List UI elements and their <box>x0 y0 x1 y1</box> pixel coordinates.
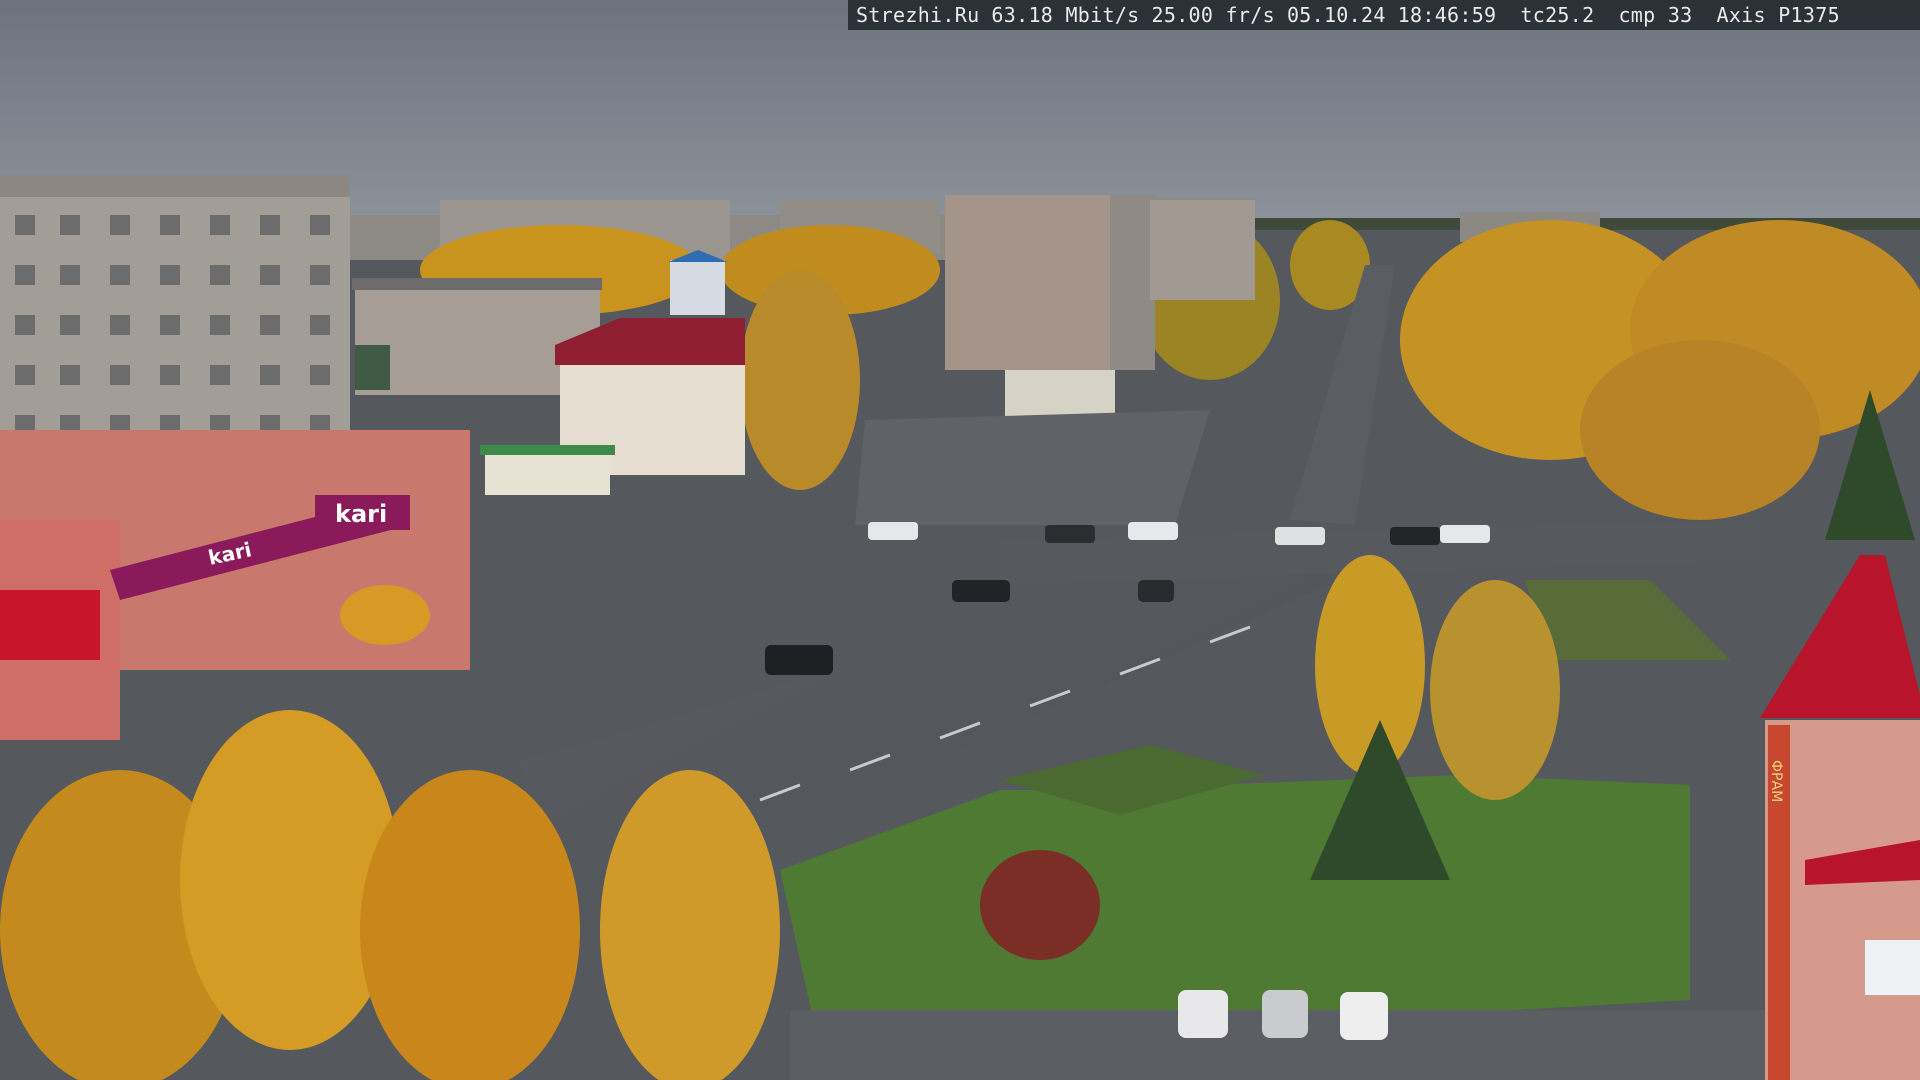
webcam-scene: kari kari ФРАМ <box>0 0 1920 1080</box>
central-plaza <box>855 410 1210 525</box>
right-vertical-sign: ФРАМ <box>1768 760 1784 802</box>
osd-camera-model: Axis P1375 <box>1716 3 1840 27</box>
osd-cmp: cmp 33 <box>1618 3 1693 27</box>
kari-sign-main: kari <box>335 500 387 528</box>
camera-osd-bar: Strezhi.Ru 63.18 Mbit/s 25.00 fr/s 05.10… <box>848 0 1920 30</box>
osd-framerate: 25.00 fr/s <box>1151 3 1275 27</box>
small-white-building <box>1005 370 1115 418</box>
pharmacy-pavilion <box>480 445 615 495</box>
osd-site: Strezhi.Ru <box>856 3 980 27</box>
osd-date: 05.10.24 <box>1286 3 1386 27</box>
osd-tc: tc25.2 <box>1520 3 1595 27</box>
osd-time: 18:46:59 <box>1397 3 1497 27</box>
osd-bitrate: 63.18 Mbit/s <box>991 3 1140 27</box>
